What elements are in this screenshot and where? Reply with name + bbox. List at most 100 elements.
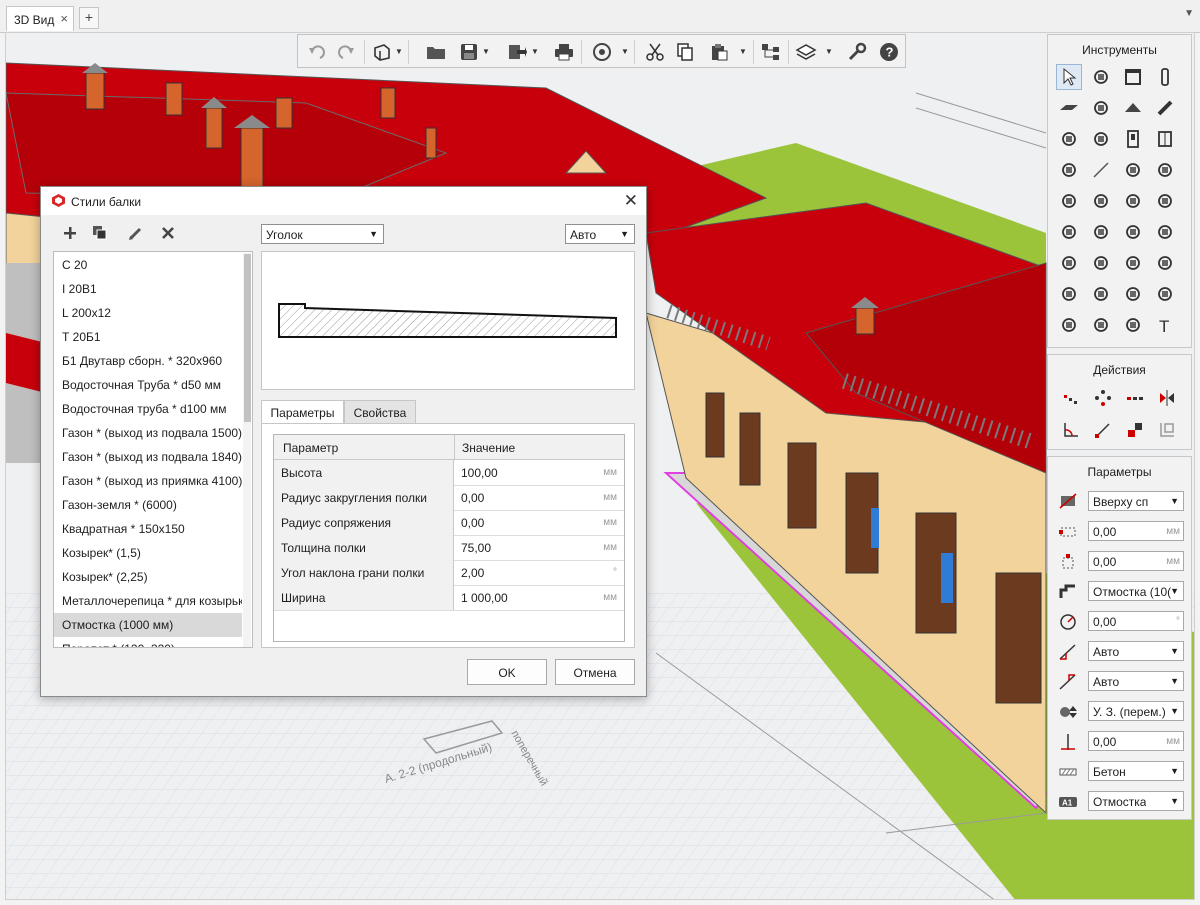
dialog-close-button[interactable]: ✕ [624, 191, 638, 211]
list-item[interactable]: Газон * (выход из подвала 1500) [54, 421, 242, 445]
duplicate-icon[interactable] [92, 225, 108, 241]
opening-icon[interactable] [1152, 281, 1178, 307]
mesh-icon[interactable] [1088, 281, 1114, 307]
column-icon[interactable] [1152, 64, 1178, 90]
parameter-select[interactable]: Вверху сп ▼ [1088, 491, 1184, 511]
arc-icon[interactable] [1088, 312, 1114, 338]
pipe-icon[interactable] [1120, 219, 1146, 245]
redo-icon[interactable] [335, 41, 357, 63]
list-item[interactable]: С 20 [54, 253, 242, 277]
window-icon[interactable] [1152, 126, 1178, 152]
view-dropdown-icon[interactable]: ▼ [395, 47, 403, 56]
schedule-icon[interactable] [1056, 281, 1082, 307]
view-cube-icon[interactable] [371, 41, 393, 63]
ok-button[interactable]: OK [467, 659, 547, 685]
mirror-icon[interactable] [1154, 385, 1180, 411]
list-item[interactable]: Парапет * (120, 320) [54, 637, 242, 647]
tab-parameters[interactable]: Параметры [261, 400, 344, 425]
list-scrollbar-thumb[interactable] [244, 254, 251, 422]
zone-icon[interactable] [1088, 250, 1114, 276]
move-icon[interactable] [1058, 385, 1084, 411]
cancel-button[interactable]: Отмена [555, 659, 635, 685]
render-dropdown-icon[interactable]: ▼ [621, 47, 629, 56]
list-item[interactable]: Б1 Двутавр сборн. * 320x960 [54, 349, 242, 373]
param-value-field[interactable]: 0,00 [461, 491, 484, 505]
roof-slab-icon[interactable] [1088, 95, 1114, 121]
export-dropdown-icon[interactable]: ▼ [531, 47, 539, 56]
parameter-input[interactable]: 0,00 ° [1088, 611, 1184, 631]
beam-icon[interactable] [1152, 95, 1178, 121]
layers-dropdown-icon[interactable]: ▼ [825, 47, 833, 56]
list-item[interactable]: L 200x12 [54, 301, 242, 325]
tab-close-icon[interactable]: × [60, 11, 68, 26]
edit-icon[interactable] [128, 225, 144, 241]
appliance-icon[interactable] [1088, 188, 1114, 214]
render-icon[interactable] [591, 41, 613, 63]
print-icon[interactable] [553, 41, 575, 63]
duct-icon[interactable] [1152, 219, 1178, 245]
save-dropdown-icon[interactable]: ▼ [482, 47, 490, 56]
trim-icon[interactable] [1058, 417, 1084, 443]
paste-icon[interactable] [708, 41, 730, 63]
object-icon[interactable] [1120, 157, 1146, 183]
tab-3d-view[interactable]: 3D Вид × [6, 6, 74, 31]
new-tab-button[interactable]: + [79, 7, 99, 29]
fitting-icon[interactable] [1152, 188, 1178, 214]
line-icon[interactable] [1088, 157, 1114, 183]
profile-type-select[interactable]: Уголок ▼ [261, 224, 384, 244]
furniture-icon[interactable] [1120, 188, 1146, 214]
cable-icon[interactable] [1056, 219, 1082, 245]
plumbing-icon[interactable] [1056, 188, 1082, 214]
param-value-field[interactable]: 1 000,00 [461, 591, 508, 605]
equipment-icon[interactable] [1088, 219, 1114, 245]
mechanical-icon[interactable] [1056, 250, 1082, 276]
list-item[interactable]: Козырек* (1,5) [54, 541, 242, 565]
param-value-field[interactable]: 100,00 [461, 466, 498, 480]
beam-styles-list[interactable]: С 20 I 20В1 L 200x12 Т 20Б1 Б1 Двутавр сборн… [53, 251, 253, 648]
paste-dropdown-icon[interactable]: ▼ [739, 47, 747, 56]
param-value-field[interactable]: 0,00 [461, 516, 484, 530]
mode-select[interactable]: Авто ▼ [565, 224, 635, 244]
tab-properties[interactable]: Свойства [344, 400, 416, 424]
param-value-field[interactable]: 2,00 [461, 566, 484, 580]
slab-icon[interactable] [1056, 95, 1082, 121]
parameter-input[interactable]: 0,00 мм [1088, 551, 1184, 571]
list-item[interactable]: Квадратная * 150x150 [54, 517, 242, 541]
undo-icon[interactable] [306, 41, 328, 63]
list-item[interactable]: Газон * (выход из подвала 1840) [54, 445, 242, 469]
parameter-select[interactable]: Отмостка (10(▼ [1088, 581, 1184, 601]
list-item[interactable]: Т 20Б1 [54, 325, 242, 349]
array-icon[interactable] [1122, 385, 1148, 411]
split-icon[interactable] [1122, 417, 1148, 443]
door-icon[interactable] [1120, 126, 1146, 152]
dialog-title-bar[interactable]: Стили балки ✕ [41, 187, 646, 215]
select-arrow-icon[interactable] [1056, 64, 1082, 90]
list-item[interactable]: Металлочерепица * для козырька [54, 589, 242, 613]
list-item[interactable]: Газон * (выход из приямка 4100) [54, 469, 242, 493]
structure-icon[interactable] [760, 41, 782, 63]
dimension-icon[interactable] [1056, 312, 1082, 338]
tab-list-icon[interactable]: ▼ [1184, 8, 1194, 19]
roof-icon[interactable] [1120, 95, 1146, 121]
export-icon[interactable] [506, 41, 528, 63]
open-folder-icon[interactable] [425, 41, 447, 63]
param-value-field[interactable]: 75,00 [461, 541, 491, 555]
delete-icon[interactable] [160, 225, 176, 241]
align-icon[interactable] [1154, 417, 1180, 443]
parameter-input[interactable]: 0,00 мм [1088, 521, 1184, 541]
extend-icon[interactable] [1090, 417, 1116, 443]
railing-icon[interactable] [1056, 157, 1082, 183]
help-icon[interactable]: ? [878, 41, 900, 63]
add-icon[interactable] [62, 225, 78, 241]
rotate-copy-icon[interactable] [1090, 385, 1116, 411]
lighting-icon[interactable] [1152, 250, 1178, 276]
layers-icon[interactable] [795, 41, 817, 63]
list-item[interactable]: Водосточная труба * d100 мм [54, 397, 242, 421]
ramp-icon[interactable] [1088, 126, 1114, 152]
text-icon[interactable]: T [1152, 312, 1178, 338]
stair-icon[interactable] [1056, 126, 1082, 152]
parameter-input[interactable]: 0,00 мм [1088, 731, 1184, 751]
list-item[interactable]: Водосточная Труба * d50 мм [54, 373, 242, 397]
list-item[interactable]: Газон-земля * (6000) [54, 493, 242, 517]
settings-icon[interactable] [846, 41, 868, 63]
